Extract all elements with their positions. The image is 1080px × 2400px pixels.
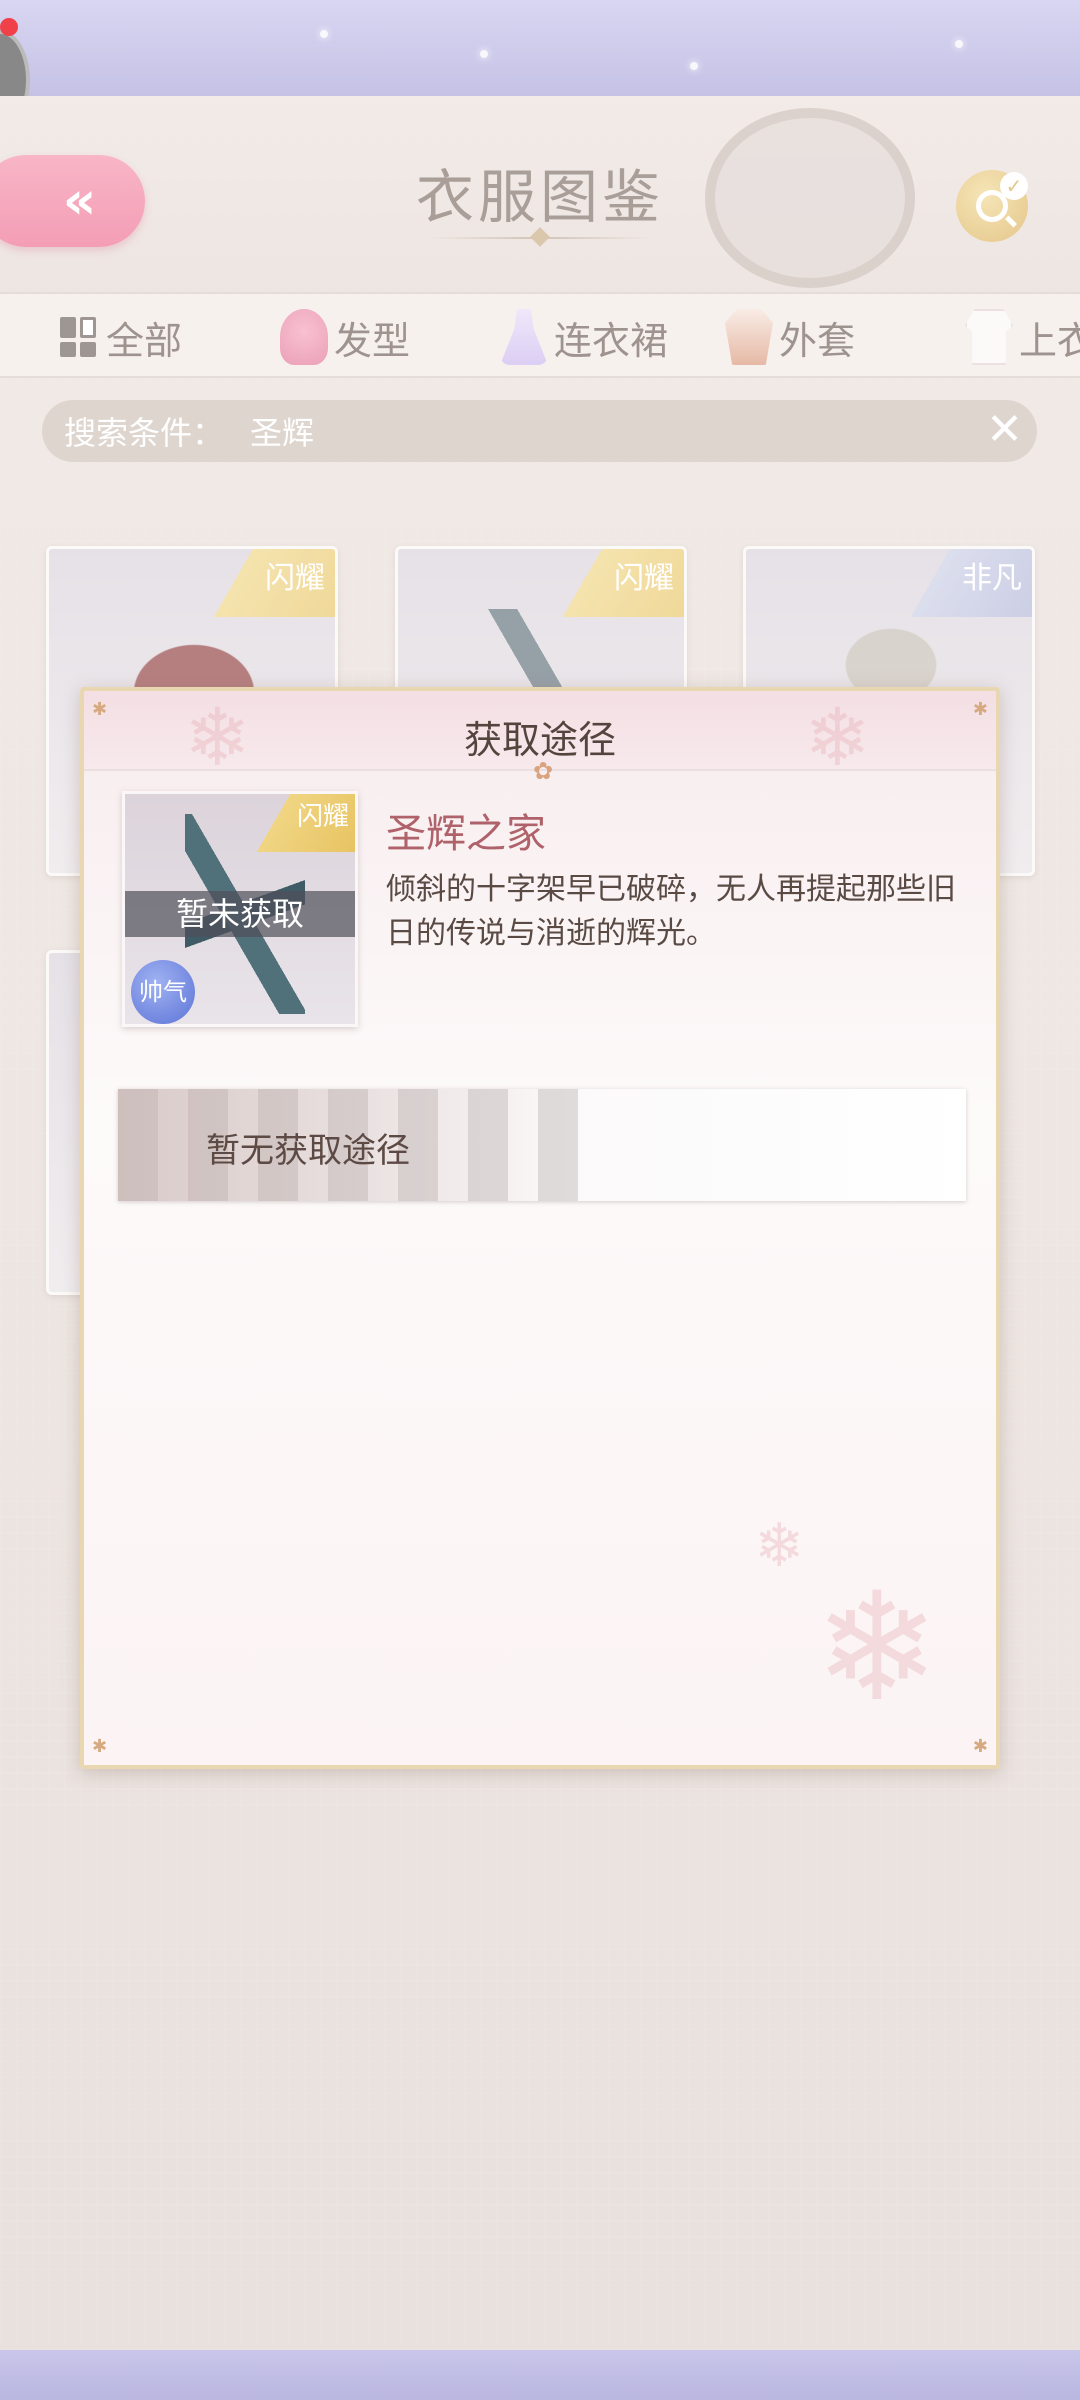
source-row: 暂无获取途径 xyxy=(118,1089,966,1201)
corner-ornament-icon: ✱ xyxy=(972,699,988,720)
item-thumbnail: 闪耀 暂未获取 帅气 xyxy=(122,791,358,1027)
snowflake-icon: ❄ xyxy=(184,691,252,784)
corner-ornament-icon: ✱ xyxy=(92,699,108,720)
sparkle-decoration xyxy=(955,40,963,48)
flower-ornament-icon: ✿ xyxy=(533,757,554,785)
attribute-badge: 帅气 xyxy=(131,960,195,1024)
item-description: 倾斜的十字架早已破碎，无人再提起那些旧日的传说与消逝的辉光。 xyxy=(386,872,956,951)
notification-dot xyxy=(0,18,18,36)
rarity-badge: 闪耀 xyxy=(245,794,355,852)
snowflake-icon: ❄ xyxy=(804,691,872,784)
snowflake-icon: ❄ xyxy=(814,1561,940,1735)
top-status-band xyxy=(0,0,1080,96)
corner-ornament-icon: ✱ xyxy=(92,1736,108,1757)
corner-ornament-icon: ✱ xyxy=(972,1736,988,1757)
acquisition-modal: 获取途径 ✿ ✱ ✱ ✱ ✱ ❄ ❄ ❄ ❄ 闪耀 暂未获取 帅气 圣辉之家 倾… xyxy=(80,687,1000,1769)
acquisition-status: 暂未获取 xyxy=(125,891,355,937)
snowflake-icon: ❄ xyxy=(754,1511,805,1581)
sparkle-decoration xyxy=(690,62,698,70)
sparkle-decoration xyxy=(320,30,328,38)
source-row-text: 暂无获取途径 xyxy=(206,1131,410,1171)
item-name: 圣辉之家 xyxy=(386,811,546,857)
bottom-band xyxy=(0,2350,1080,2400)
sparkle-decoration xyxy=(480,50,488,58)
